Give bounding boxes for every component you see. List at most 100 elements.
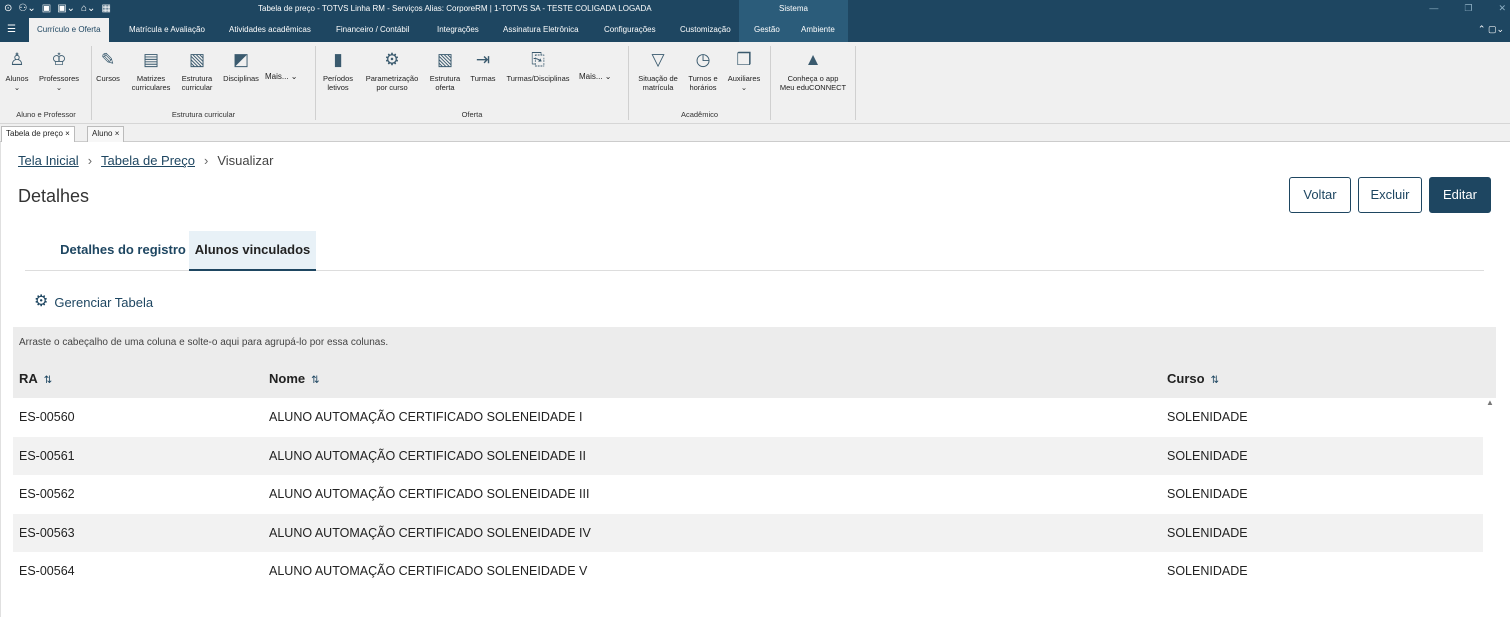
sort-icon[interactable]: ⇅ (44, 375, 52, 386)
sort-icon[interactable]: ⇅ (1211, 375, 1219, 386)
cell-nome: ALUNO AUTOMAÇÃO CERTIFICADO SOLENEIDADE … (269, 564, 588, 578)
cell-nome: ALUNO AUTOMAÇÃO CERTIFICADO SOLENEIDADE … (269, 448, 586, 463)
cell-ra: ES-00564 (19, 564, 75, 578)
document-tabs: Tabela de preço × Aluno × (0, 124, 1510, 142)
file-menu-icon[interactable]: ☰ (7, 24, 16, 35)
situacao-matricula-button[interactable]: ▽ Situação de matrícula (632, 48, 684, 92)
table-row[interactable]: ES-00563 ALUNO AUTOMAÇÃO CERTIFICADO SOL… (13, 513, 1483, 552)
ribbon-tab-curriculo[interactable]: Currículo e Oferta (29, 18, 109, 42)
estrutura-oferta-button[interactable]: ▧ Estrutura oferta (425, 48, 465, 92)
mortarboard-icon: ▲ (804, 50, 822, 69)
mais-button[interactable]: Mais... ⌄ (265, 72, 298, 81)
ribbon-tab-gestao[interactable]: Gestão (754, 18, 780, 42)
ribbon-tab-atividades[interactable]: Atividades acadêmicas (229, 18, 311, 42)
ribbon-tab-configuracoes[interactable]: Configurações (604, 18, 656, 42)
chevron-right-icon: › (87, 153, 93, 168)
gerenciar-tabela-button[interactable]: ⚙ Gerenciar Tabela (34, 294, 153, 310)
close-icon[interactable]: ✕ (1498, 3, 1506, 14)
class-discipline-icon: ⎘ (531, 50, 545, 69)
turmas-button[interactable]: ⇥ Turmas (466, 48, 500, 83)
ribbon-tab-customizacao[interactable]: Customização (680, 18, 731, 42)
book-icon: ✎ (100, 50, 116, 69)
ribbon-tab-integracoes[interactable]: Integrações (437, 18, 479, 42)
table-row[interactable]: ES-00561 ALUNO AUTOMAÇÃO CERTIFICADO SOL… (13, 436, 1483, 475)
title-bar: ⊙ ⚇⌄ ▣ ▣⌄ ⌂⌄ ▦ Tabela de preço - TOTVS L… (0, 0, 1510, 18)
turmas-disciplinas-button[interactable]: ⎘ Turmas/Disciplinas (501, 48, 575, 83)
doc-tab-aluno[interactable]: Aluno × (87, 126, 125, 142)
breadcrumb-current: Visualizar (217, 153, 274, 168)
professores-button[interactable]: ♔ Professores ⌄ (34, 48, 84, 92)
breadcrumb-home-link[interactable]: Tela Inicial (18, 153, 79, 168)
periodos-letivos-button[interactable]: ▮ Períodos letivos (318, 48, 358, 92)
table-row[interactable]: ES-00560 ALUNO AUTOMAÇÃO CERTIFICADO SOL… (13, 398, 1483, 437)
tab-alunos-vinculados[interactable]: Alunos vinculados (189, 231, 316, 271)
tab-detalhes-registro[interactable]: Detalhes do registro (43, 231, 203, 271)
detail-tabs: Detalhes do registro Alunos vinculados (25, 231, 1484, 271)
parametrizacao-button[interactable]: ⚙ Parametrização por curso (360, 48, 424, 92)
grid-icon[interactable]: ▦ (101, 2, 110, 15)
discipline-icon: ◩ (232, 50, 250, 69)
ribbon-tab-financeiro[interactable]: Financeiro / Contábil (336, 18, 409, 42)
educonnect-button[interactable]: ▲ Conheça o app Meu eduCONNECT (773, 48, 853, 92)
excluir-button[interactable]: Excluir (1358, 177, 1422, 213)
ribbon-separator (91, 46, 92, 120)
ribbon-group-label: Estrutura curricular (171, 110, 236, 119)
person-icon: ♔ (51, 50, 67, 69)
restore-icon[interactable]: ❐ (1464, 3, 1472, 14)
matrizes-button[interactable]: ▤ Matrizes curriculares (128, 48, 174, 92)
cubes-icon: ❒ (736, 50, 752, 69)
app-menu-icon[interactable]: ⊙ (4, 2, 12, 15)
breadcrumb-parent-link[interactable]: Tabela de Preço (101, 153, 195, 168)
doc-tab-tabela-preco[interactable]: Tabela de preço × (1, 126, 75, 142)
ribbon-separator (770, 46, 771, 120)
group-drop-area[interactable]: Arraste o cabeçalho de uma coluna e solt… (13, 327, 1496, 359)
gear-icon: ⚙ (34, 293, 49, 310)
alunos-button[interactable]: ♙ Alunos ⌄ (3, 48, 31, 92)
ribbon-tab-assinatura[interactable]: Assinatura Eletrônica (503, 18, 579, 42)
page-title: Detalhes (18, 186, 90, 206)
ribbon-separator (855, 46, 856, 120)
auxiliares-button[interactable]: ❒ Auxiliares ⌄ (722, 48, 766, 92)
ribbon-tab-matricula[interactable]: Matrícula e Avaliação (129, 18, 205, 42)
home-icon[interactable]: ⌂⌄ (81, 2, 95, 15)
screen-icon[interactable]: ▣ (42, 2, 51, 15)
ribbon-tab-ambiente[interactable]: Ambiente (801, 18, 835, 42)
clock-icon: ◷ (695, 50, 711, 69)
screen-settings-icon[interactable]: ▣⌄ (57, 2, 75, 15)
turnos-horarios-button[interactable]: ◷ Turnos e horários (685, 48, 721, 92)
calendar-icon: ▮ (333, 50, 343, 69)
close-icon[interactable]: × (65, 129, 70, 138)
column-header-curso[interactable]: Curso ⇅ (1167, 371, 1219, 386)
ribbon-group-label: Aluno e Professor (16, 110, 76, 119)
scroll-up-icon[interactable]: ▲ (1486, 398, 1494, 407)
cell-ra: ES-00562 (19, 487, 75, 501)
sort-icon[interactable]: ⇅ (311, 375, 319, 386)
context-label: Sistema (739, 0, 848, 18)
cell-curso: SOLENIDADE (1167, 487, 1248, 501)
close-icon[interactable]: × (115, 129, 120, 138)
ribbon: ♙ Alunos ⌄ ♔ Professores ⌄ Aluno e Profess… (0, 42, 1510, 124)
cursos-button[interactable]: ✎ Cursos (94, 48, 122, 83)
cell-nome: ALUNO AUTOMAÇÃO CERTIFICADO SOLENEIDADE … (269, 410, 583, 424)
estrutura-curricular-button[interactable]: ▧ Estrutura curricular (176, 48, 218, 92)
cell-curso: SOLENIDADE (1167, 448, 1248, 463)
minimize-icon[interactable]: — (1429, 3, 1438, 14)
ribbon-collapse-icon[interactable]: ⌃ ▢⌄ (1478, 24, 1504, 35)
quick-access-toolbar: ⊙ ⚇⌄ ▣ ▣⌄ ⌂⌄ ▦ (4, 2, 111, 15)
column-header-ra[interactable]: RA ⇅ (19, 371, 52, 386)
table-row[interactable]: ES-00564 ALUNO AUTOMAÇÃO CERTIFICADO SOL… (13, 552, 1483, 591)
matrix-icon: ▤ (142, 50, 160, 69)
settings-book-icon: ⚙ (384, 50, 400, 69)
voltar-button[interactable]: Voltar (1289, 177, 1351, 213)
table-header: RA ⇅ Nome ⇅ Curso ⇅ (13, 359, 1496, 398)
column-header-nome[interactable]: Nome ⇅ (269, 371, 320, 386)
graduation-cap-icon: ▽ (651, 50, 665, 69)
editar-button[interactable]: Editar (1429, 177, 1491, 213)
disciplinas-button[interactable]: ◩ Disciplinas (219, 48, 263, 83)
offer-icon: ▧ (436, 50, 454, 69)
table-row[interactable]: ES-00562 ALUNO AUTOMAÇÃO CERTIFICADO SOL… (13, 475, 1483, 514)
mais-button[interactable]: Mais... ⌄ (579, 72, 612, 81)
window-title: Tabela de preço - TOTVS Linha RM - Servi… (258, 4, 652, 13)
ribbon-separator (628, 46, 629, 120)
users-icon[interactable]: ⚇⌄ (18, 2, 35, 15)
